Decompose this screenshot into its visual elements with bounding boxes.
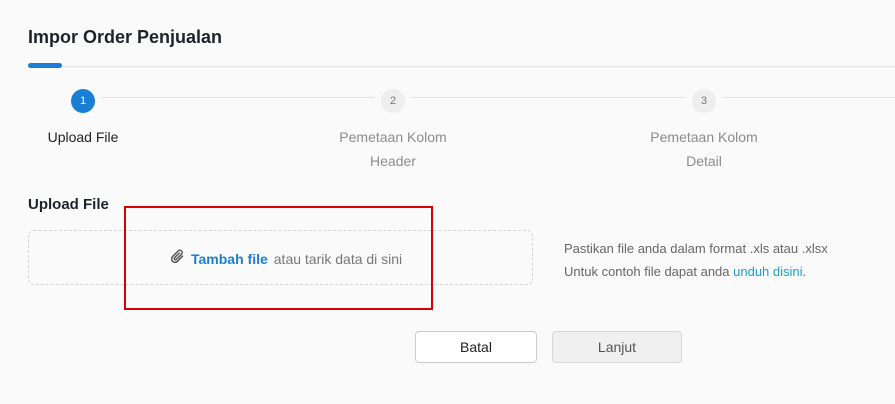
- header-divider: [28, 66, 895, 67]
- upload-info: Pastikan file anda dalam format .xls ata…: [564, 237, 828, 283]
- sample-hint-suffix: .: [802, 264, 807, 279]
- step-3-label: Pemetaan Kolom: [650, 129, 758, 145]
- step-3-indicator: 3: [692, 89, 716, 113]
- upload-section-label: Upload File: [28, 196, 109, 213]
- step-connector-1: [101, 97, 375, 98]
- active-tab-indicator: [28, 63, 62, 68]
- step-1-label: Upload File: [47, 129, 119, 145]
- step-3-sublabel: Detail: [686, 153, 722, 169]
- step-connector-3: [722, 97, 895, 98]
- download-sample-link[interactable]: unduh disini: [733, 264, 802, 279]
- highlight-box: [124, 206, 433, 310]
- page-title: Impor Order Penjualan: [28, 27, 223, 47]
- format-hint: Pastikan file anda dalam format .xls ata…: [564, 241, 828, 256]
- step-1-indicator: 1: [71, 89, 95, 113]
- sample-hint: Untuk contoh file dapat anda unduh disin…: [564, 260, 828, 283]
- step-connector-2: [411, 97, 686, 98]
- step-2-indicator: 2: [381, 89, 405, 113]
- step-2-sublabel: Header: [370, 153, 416, 169]
- sample-hint-prefix: Untuk contoh file dapat anda: [564, 264, 730, 279]
- step-2-label: Pemetaan Kolom: [339, 129, 447, 145]
- next-button[interactable]: Lanjut: [552, 331, 682, 363]
- cancel-button[interactable]: Batal: [415, 331, 537, 363]
